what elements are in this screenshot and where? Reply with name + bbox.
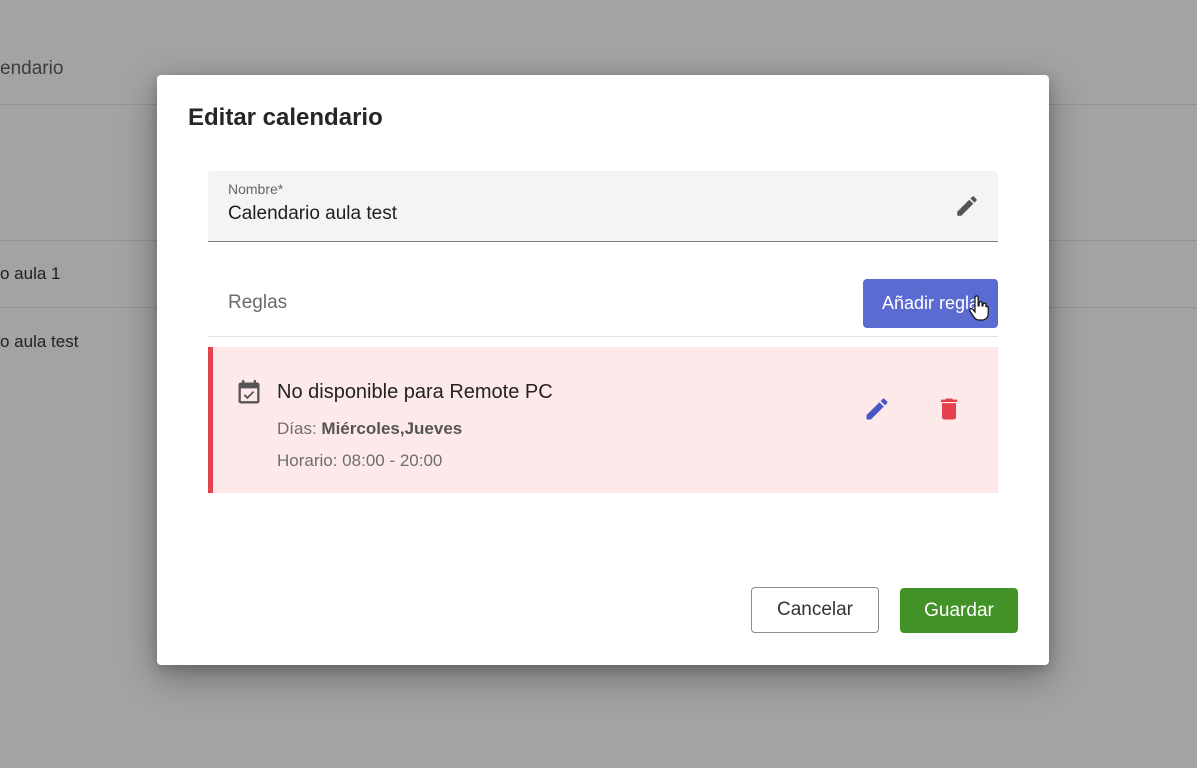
dialog-title: Editar calendario: [188, 104, 383, 131]
calendar-check-icon: [238, 380, 260, 404]
background-list-item: o aula 1: [0, 264, 61, 283]
rule-days-value: Miércoles,Jueves: [321, 419, 463, 438]
hand-cursor-icon: [969, 295, 989, 321]
delete-rule-icon[interactable]: [935, 395, 963, 423]
cancel-button[interactable]: Cancelar: [751, 587, 879, 633]
name-field[interactable]: Nombre* Calendario aula test: [208, 171, 998, 242]
rule-days-label: Días:: [277, 419, 317, 438]
rule-days: Días: Miércoles,Jueves: [277, 419, 462, 439]
rule-title: No disponible para Remote PC: [277, 381, 553, 403]
pencil-icon[interactable]: [954, 193, 980, 219]
rule-hours: Horario: 08:00 - 20:00: [277, 451, 443, 470]
edit-rule-icon[interactable]: [863, 395, 891, 423]
save-button[interactable]: Guardar: [900, 588, 1018, 633]
rules-label: Reglas: [228, 292, 288, 313]
rule-item: No disponible para Remote PC Días: Miérc…: [208, 347, 998, 493]
background-list-item: o aula test: [0, 332, 79, 351]
background-tab-calendario: endario: [0, 58, 64, 79]
edit-calendar-dialog: Editar calendario Nombre* Calendario aul…: [157, 75, 1049, 665]
name-field-label: Nombre*: [228, 181, 284, 197]
rules-header: Reglas Añadir regla: [208, 279, 998, 337]
name-field-value[interactable]: Calendario aula test: [228, 203, 397, 225]
